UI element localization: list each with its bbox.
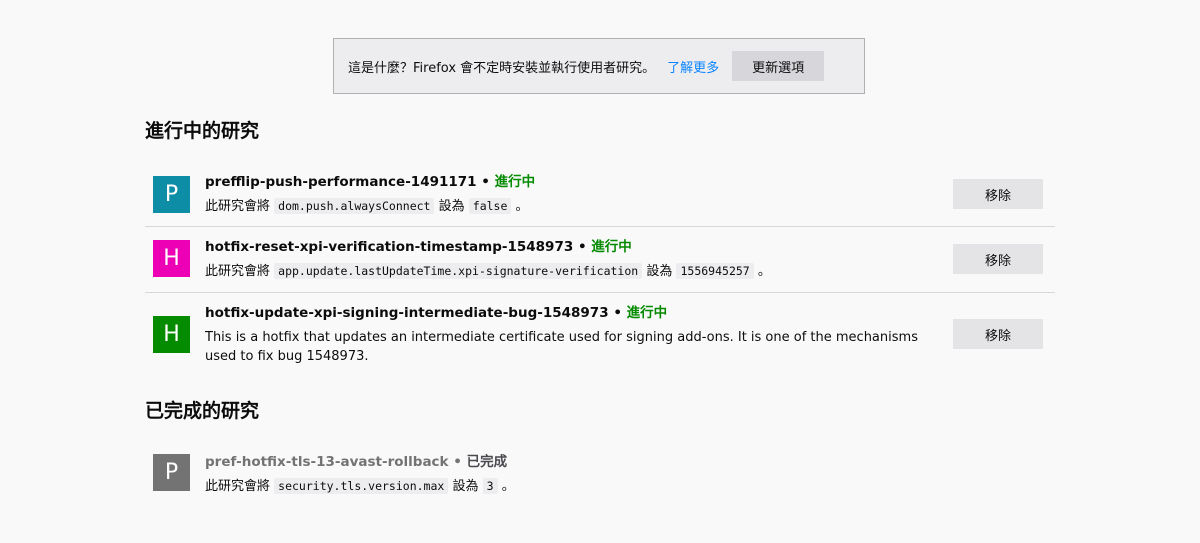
study-name: hotfix-update-xpi-signing-intermediate-b… <box>205 305 609 321</box>
pref-value: 1556945257 <box>676 263 754 279</box>
study-title: hotfix-reset-xpi-verification-timestamp-… <box>205 238 930 256</box>
study-avatar: P <box>153 454 190 491</box>
status-badge: 進行中 <box>626 305 668 321</box>
study-name: pref-hotfix-tls-13-avast-rollback <box>205 454 449 470</box>
study-avatar: P <box>153 176 190 213</box>
status-badge: 進行中 <box>591 239 632 255</box>
remove-button[interactable]: 移除 <box>953 319 1043 349</box>
study-name: hotfix-reset-xpi-verification-timestamp-… <box>205 239 574 255</box>
desc-mid: 設為 <box>646 264 673 279</box>
study-item: H hotfix-update-xpi-signing-intermediate… <box>145 293 1055 377</box>
desc-suffix: 。 <box>501 479 515 494</box>
pref-name: security.tls.version.max <box>274 478 449 494</box>
desc-mid: 設為 <box>452 479 479 494</box>
pref-value: false <box>468 198 512 214</box>
desc-suffix: 。 <box>515 199 529 214</box>
desc-mid: 設為 <box>438 199 465 214</box>
desc-prefix: 此研究會將 <box>205 199 271 214</box>
active-studies-heading: 進行中的研究 <box>145 120 260 142</box>
status-badge: 進行中 <box>494 174 536 190</box>
separator: • <box>577 239 587 255</box>
study-title: pref-hotfix-tls-13-avast-rollback • 已完成 <box>205 453 930 471</box>
study-avatar: H <box>153 316 190 353</box>
info-text: 這是什麼？Firefox 會不定時安裝並執行使用者研究。 <box>348 60 656 76</box>
remove-button[interactable]: 移除 <box>953 244 1043 274</box>
study-description: This is a hotfix that updates an interme… <box>205 330 918 364</box>
study-description: 此研究會將 dom.push.alwaysConnect 設為 false 。 <box>205 197 930 216</box>
study-item: P prefflip-push-performance-1491171 • 進行… <box>145 164 1055 227</box>
status-badge: 已完成 <box>466 454 508 470</box>
study-item: H hotfix-reset-xpi-verification-timestam… <box>145 227 1055 293</box>
study-item: P pref-hotfix-tls-13-avast-rollback • 已完… <box>145 444 1055 506</box>
info-bar: 這是什麼？Firefox 會不定時安裝並執行使用者研究。 了解更多 更新選項 <box>333 38 865 94</box>
learn-more-link[interactable]: 了解更多 <box>667 57 719 76</box>
study-avatar: H <box>153 240 190 277</box>
pref-value: 3 <box>482 478 498 494</box>
pref-name: dom.push.alwaysConnect <box>274 198 435 214</box>
desc-prefix: 此研究會將 <box>205 479 271 494</box>
separator: • <box>613 305 622 321</box>
pref-name: app.update.lastUpdateTime.xpi-signature-… <box>274 263 643 279</box>
study-description: 此研究會將 security.tls.version.max 設為 3 。 <box>205 477 930 496</box>
separator: • <box>481 174 490 190</box>
separator: • <box>453 454 462 470</box>
update-options-button[interactable]: 更新選項 <box>732 51 825 81</box>
study-title: prefflip-push-performance-1491171 • 進行中 <box>205 173 930 191</box>
completed-studies-heading: 已完成的研究 <box>145 400 260 422</box>
desc-suffix: 。 <box>757 264 771 279</box>
study-title: hotfix-update-xpi-signing-intermediate-b… <box>205 304 930 322</box>
desc-prefix: 此研究會將 <box>205 264 271 279</box>
study-description: 此研究會將 app.update.lastUpdateTime.xpi-sign… <box>205 262 930 281</box>
study-name: prefflip-push-performance-1491171 <box>205 174 477 190</box>
remove-button[interactable]: 移除 <box>953 179 1043 209</box>
